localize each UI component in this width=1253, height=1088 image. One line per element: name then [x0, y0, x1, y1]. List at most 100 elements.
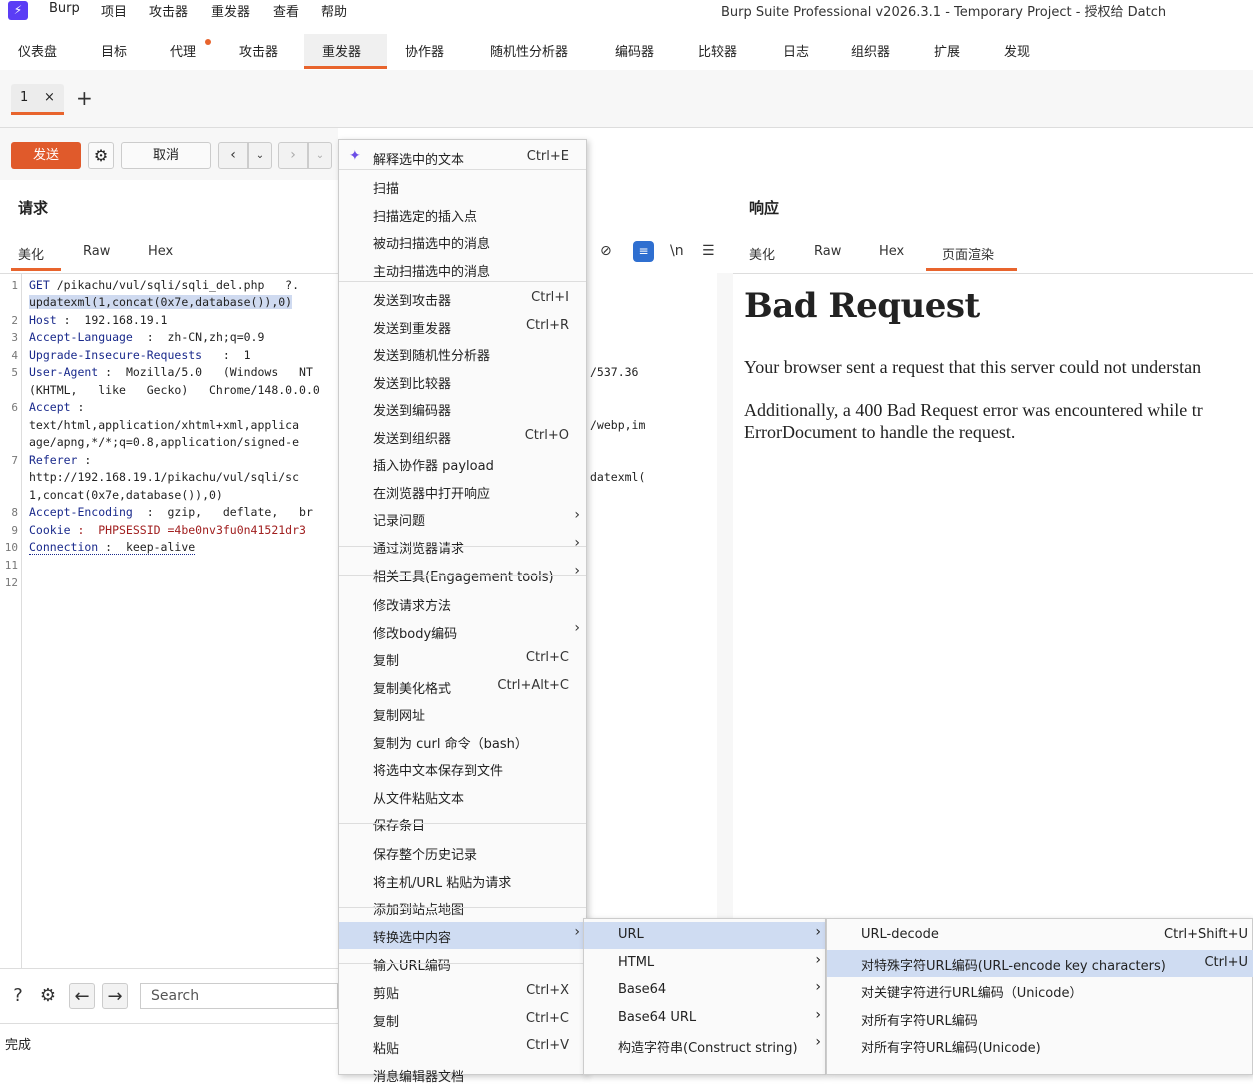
- context-menu-item[interactable]: 复制美化格式 Ctrl+Alt+C: [339, 673, 586, 700]
- context-menu-item[interactable]: 复制 Ctrl+C: [339, 1006, 586, 1033]
- send-button[interactable]: 发送: [11, 142, 81, 169]
- tab-extensions[interactable]: 扩展: [934, 41, 960, 60]
- menu-item-label: 扫描选定的插入点: [373, 210, 478, 225]
- code-line: Upgrade-Insecure-Requests : 1: [29, 348, 251, 362]
- menu-item-label: 复制为 curl 命令（bash）: [373, 737, 528, 752]
- context-menu-item[interactable]: 发送到重发器 Ctrl+R: [339, 313, 586, 340]
- tab-intruder[interactable]: 攻击器: [239, 41, 278, 60]
- tab-discovery[interactable]: 发现: [1004, 41, 1030, 60]
- tab-collaborator[interactable]: 协作器: [405, 41, 444, 60]
- tab-sequencer[interactable]: 随机性分析器: [490, 41, 568, 60]
- menu-separator: [339, 963, 586, 964]
- context-menu-item[interactable]: 记录问题 ›: [339, 505, 586, 532]
- tab-target[interactable]: 目标: [101, 41, 127, 60]
- newline-icon[interactable]: \n: [670, 243, 684, 259]
- tab-decoder[interactable]: 编码器: [615, 41, 654, 60]
- submenu-item[interactable]: 对关键字符进行URL编码（Unicode）: [827, 977, 1253, 1004]
- context-menu-item[interactable]: 修改body编码 ›: [339, 618, 586, 645]
- context-menu-item[interactable]: 将选中文本保存到文件: [339, 755, 586, 782]
- cancel-button[interactable]: 取消: [121, 142, 211, 169]
- context-menu-item[interactable]: 发送到编码器: [339, 395, 586, 422]
- submenu-item[interactable]: URL-decode Ctrl+Shift+U: [827, 922, 1253, 949]
- search-input[interactable]: Search: [140, 983, 338, 1009]
- context-menu-item[interactable]: 从文件粘贴文本: [339, 783, 586, 810]
- context-menu-item[interactable]: 转换选中内容 ›: [339, 922, 586, 949]
- menu-repeater[interactable]: 重发器: [211, 1, 250, 20]
- code-line: User-Agent : Mozilla/5.0 (Windows NT: [29, 365, 313, 379]
- context-menu-item[interactable]: 剪贴 Ctrl+X: [339, 978, 586, 1005]
- submenu-item[interactable]: 对所有字符URL编码(Unicode): [827, 1032, 1253, 1059]
- header-value: : 192.168.19.1: [56, 313, 168, 327]
- forward-icon[interactable]: ›: [278, 142, 308, 169]
- submenu-item[interactable]: Base64 URL ›: [584, 1005, 825, 1032]
- submenu-item[interactable]: Base64 ›: [584, 977, 825, 1004]
- tab-repeater[interactable]: 重发器: [322, 41, 361, 60]
- context-menu-item[interactable]: 在浏览器中打开响应: [339, 478, 586, 505]
- tab-proxy[interactable]: 代理: [170, 41, 196, 60]
- menu-item-label: 发送到随机性分析器: [373, 349, 491, 364]
- context-menu-item[interactable]: 复制 Ctrl+C: [339, 645, 586, 672]
- line-number: 3: [11, 331, 18, 344]
- menu-item-label: 记录问题: [373, 514, 426, 529]
- chevron-down-icon[interactable]: ⌄: [248, 142, 272, 169]
- tab-raw[interactable]: Raw: [83, 244, 110, 259]
- context-menu-item[interactable]: 发送到随机性分析器: [339, 340, 586, 367]
- tab-comparer[interactable]: 比较器: [698, 41, 737, 60]
- tab-logger[interactable]: 日志: [783, 41, 809, 60]
- menu-shortcut: Ctrl+X: [526, 983, 569, 998]
- tab-hex[interactable]: Hex: [148, 244, 173, 259]
- add-tab-icon[interactable]: +: [76, 86, 93, 110]
- submenu-item[interactable]: HTML ›: [584, 950, 825, 977]
- hide-icon[interactable]: ⊘: [600, 243, 612, 259]
- submenu-item[interactable]: URL ›: [584, 922, 825, 949]
- gear-icon[interactable]: ⚙: [88, 142, 114, 169]
- tab-pretty[interactable]: 美化: [18, 244, 44, 263]
- menu-intruder[interactable]: 攻击器: [149, 1, 188, 20]
- context-menu-item[interactable]: 插入协作器 payload: [339, 450, 586, 477]
- tab-pretty[interactable]: 美化: [749, 244, 775, 263]
- context-menu-item[interactable]: 修改请求方法: [339, 590, 586, 617]
- context-menu-item[interactable]: 发送到比较器: [339, 368, 586, 395]
- context-menu-item[interactable]: 发送到攻击器 Ctrl+I: [339, 285, 586, 312]
- submenu-item[interactable]: 对特殊字符URL编码(URL-encode key characters) Ctr…: [827, 949, 1253, 977]
- pane-divider[interactable]: [717, 273, 733, 953]
- tab-raw[interactable]: Raw: [814, 244, 841, 259]
- tab-dashboard[interactable]: 仪表盘: [18, 41, 57, 60]
- context-menu-item[interactable]: 主动扫描选中的消息: [339, 256, 586, 283]
- line-number: 9: [11, 524, 18, 537]
- close-icon[interactable]: ×: [44, 90, 55, 105]
- tab-organizer[interactable]: 组织器: [851, 41, 890, 60]
- menu-help[interactable]: 帮助: [321, 1, 347, 20]
- arrow-right-icon[interactable]: →: [102, 983, 128, 1009]
- context-menu-item[interactable]: 粘贴 Ctrl+V: [339, 1033, 586, 1060]
- menu-project[interactable]: 项目: [101, 1, 127, 20]
- tab-hex[interactable]: Hex: [879, 244, 904, 259]
- context-menu-item[interactable]: 被动扫描选中的消息: [339, 228, 586, 255]
- menu-bar: ⚡ Burp 项目 攻击器 重发器 查看 帮助 Burp Suite Profe…: [0, 0, 1253, 22]
- help-icon[interactable]: ?: [5, 983, 31, 1009]
- repeater-tab-1[interactable]: 1 ×: [11, 84, 64, 114]
- menu-item-label: 主动扫描选中的消息: [373, 265, 491, 280]
- back-icon[interactable]: ‹: [218, 142, 248, 169]
- header-key: Accept-Language: [29, 330, 133, 344]
- menu-separator: [339, 546, 586, 547]
- submenu-item[interactable]: 构造字符串(Construct string) ›: [584, 1032, 825, 1059]
- context-menu-item[interactable]: 解释选中的文本 ✦ Ctrl+E: [339, 144, 586, 171]
- context-menu-item[interactable]: 扫描: [339, 173, 586, 200]
- context-menu-item[interactable]: 复制网址: [339, 700, 586, 727]
- wrap-icon[interactable]: ≡: [633, 241, 654, 262]
- menu-item-label: 修改请求方法: [373, 599, 452, 614]
- menu-view[interactable]: 查看: [273, 1, 299, 20]
- context-menu-item[interactable]: 保存整个历史记录: [339, 839, 586, 866]
- context-menu-item[interactable]: 发送到组织器 Ctrl+O: [339, 423, 586, 450]
- context-menu-item[interactable]: 将主机/URL 粘贴为请求: [339, 867, 586, 894]
- chevron-down-icon[interactable]: ⌄: [308, 142, 332, 169]
- gear-icon[interactable]: ⚙: [35, 983, 61, 1009]
- tab-render[interactable]: 页面渲染: [942, 244, 994, 263]
- menu-burp[interactable]: Burp: [49, 1, 80, 16]
- menu-icon[interactable]: ☰: [702, 243, 715, 259]
- submenu-item[interactable]: 对所有字符URL编码: [827, 1005, 1253, 1032]
- context-menu-item[interactable]: 扫描选定的插入点: [339, 201, 586, 228]
- context-menu-item[interactable]: 复制为 curl 命令（bash）: [339, 728, 586, 755]
- arrow-left-icon[interactable]: ←: [69, 983, 95, 1009]
